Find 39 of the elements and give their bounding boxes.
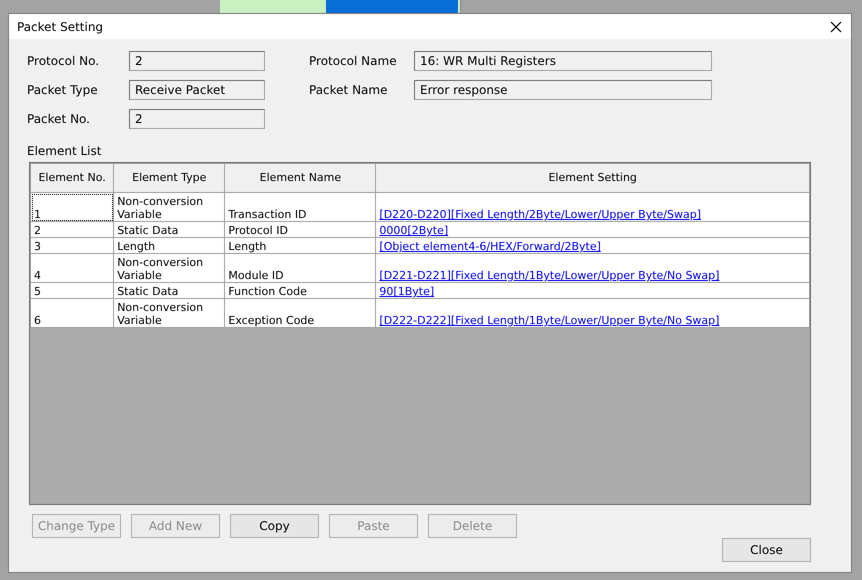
table-cell[interactable]: 6 <box>30 298 114 328</box>
window-title: Packet Setting <box>17 20 104 34</box>
column-header: Element Setting <box>376 164 810 192</box>
table-cell: Non-conversion Variable <box>114 192 225 222</box>
column-header: Element Type <box>114 164 225 192</box>
table-cell: Length <box>114 238 225 254</box>
table-cell[interactable]: 2 <box>30 222 114 238</box>
field-label: Packet Name <box>309 83 388 97</box>
section-label: Element List <box>27 144 102 158</box>
field-label: Packet Type <box>27 83 99 97</box>
table-cell[interactable]: 5 <box>30 282 114 298</box>
field-value: 16: WR Multi Registers <box>414 51 712 71</box>
table-cell: Static Data <box>114 222 225 238</box>
field-label: Packet No. <box>27 112 91 126</box>
table-cell[interactable]: 3 <box>30 238 114 254</box>
table-cell: Static Data <box>114 282 225 298</box>
table-cell: Non-conversion Variable <box>114 298 225 328</box>
column-header: Element No. <box>30 164 114 192</box>
field-value: Error response <box>414 80 712 100</box>
table-cell: Function Code <box>224 282 376 298</box>
field-value: 2 <box>129 51 265 71</box>
close-icon[interactable] <box>829 20 843 34</box>
field-label: Protocol Name <box>309 54 398 68</box>
table-cell[interactable]: 4 <box>30 254 114 282</box>
field-value: 2 <box>129 109 265 129</box>
table-cell: Transaction ID <box>224 192 376 222</box>
setting-link[interactable]: 90[1Byte] <box>379 285 434 298</box>
field-value: Receive Packet <box>129 80 265 100</box>
table-cell: Non-conversion Variable <box>114 254 225 282</box>
table-cell: Length <box>224 238 376 254</box>
table-cell: Module ID <box>224 254 376 282</box>
close-button[interactable]: Close <box>722 538 811 562</box>
field-label: Protocol No. <box>27 54 100 68</box>
table-cell[interactable]: 1 <box>30 192 114 222</box>
table-cell: Exception Code <box>224 298 376 328</box>
column-header: Element Name <box>224 164 376 192</box>
action-button[interactable]: Copy <box>230 514 319 538</box>
setting-link[interactable]: 0000[2Byte] <box>379 224 448 237</box>
table-cell: Protocol ID <box>224 222 376 238</box>
